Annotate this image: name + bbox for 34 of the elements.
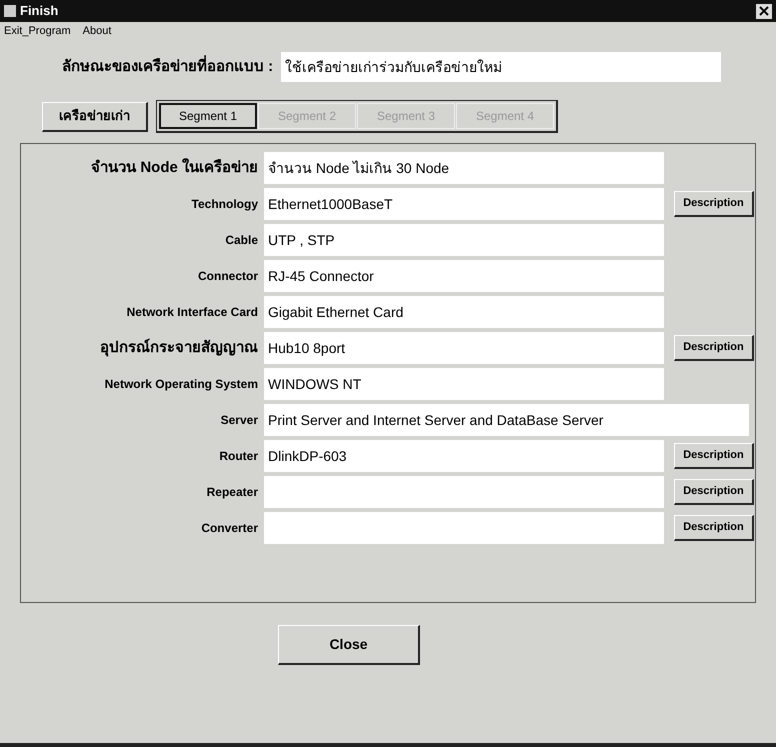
field-label: Converter: [201, 520, 258, 537]
value-field: WINDOWS NT: [264, 368, 664, 400]
description-button[interactable]: Description: [674, 515, 754, 541]
value-field: DlinkDP-603: [264, 440, 664, 472]
field-label: Router: [219, 448, 258, 465]
close-button[interactable]: Close: [278, 625, 420, 665]
description-button[interactable]: Description: [674, 191, 754, 217]
value-field: Print Server and Internet Server and DataBase Server: [264, 404, 749, 436]
value-field: UTP , STP: [264, 224, 664, 256]
field-label: Server: [220, 412, 258, 429]
menu-item[interactable]: About: [82, 22, 112, 40]
old-network-button[interactable]: เครือข่ายเก่า: [42, 102, 148, 132]
segment-tab[interactable]: Segment 1: [159, 103, 257, 129]
description-button[interactable]: Description: [674, 479, 754, 505]
field-label: Network Interface Card: [126, 304, 258, 321]
value-field: Hub10 8port: [264, 332, 664, 364]
field-label: Connector: [198, 268, 258, 285]
design-label: ลักษณะของเครือข่ายที่ออกแบบ :: [62, 56, 274, 78]
field-label: Network Operating System: [104, 376, 258, 393]
value-field: Gigabit Ethernet Card: [264, 296, 664, 328]
menu-item[interactable]: Exit_Program: [4, 22, 71, 40]
window-title: Finish: [20, 2, 58, 20]
design-field: ใช้เครือข่ายเก่าร่วมกับเครือข่ายใหม่: [281, 52, 722, 82]
field-label: Cable: [225, 232, 258, 249]
value-field: Ethernet1000BaseT: [264, 188, 664, 220]
field-label: Technology: [192, 196, 258, 213]
field-label: อุปกรณ์กระจายสัญญาณ: [100, 338, 258, 358]
value-field: จำนวน Node ไม่เกิน 30 Node: [264, 152, 664, 184]
close-icon[interactable]: [756, 4, 772, 18]
description-button[interactable]: Description: [674, 335, 754, 361]
field-label: Repeater: [206, 484, 258, 501]
value-field: RJ-45 Connector: [264, 260, 664, 292]
field-label: จำนวน Node ในเครือข่าย: [91, 157, 258, 178]
description-button[interactable]: Description: [674, 443, 754, 469]
